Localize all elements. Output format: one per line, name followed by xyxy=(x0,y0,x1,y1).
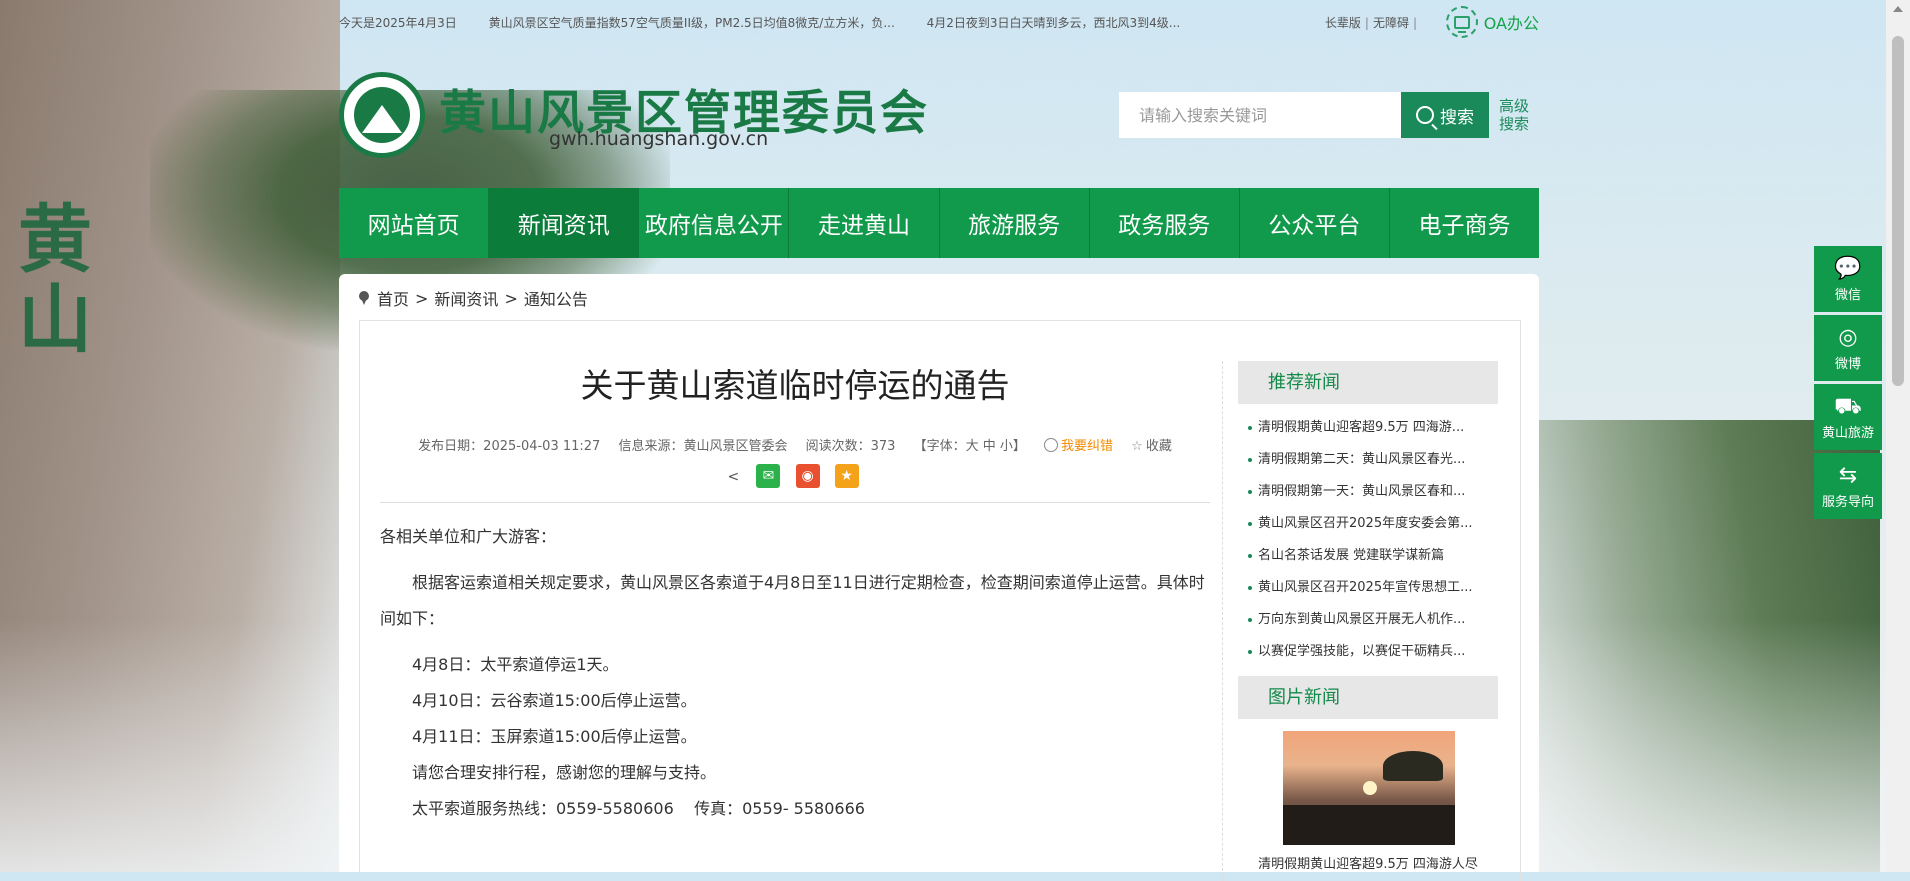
breadcrumb-section[interactable]: 新闻资讯 xyxy=(434,286,498,310)
share-icon: < xyxy=(727,469,740,485)
breadcrumb: 首页 > 新闻资讯 > 通知公告 xyxy=(359,286,588,310)
float-weibo-button[interactable]: ◎ 微博 xyxy=(1814,315,1882,381)
paragraph-thanks: 请您合理安排行程，感谢您的理解与支持。 xyxy=(412,763,717,782)
paragraph-hotline: 太平索道服务热线：0559-5580606 传真：0559- 5580666 xyxy=(412,799,865,818)
accessibility-link[interactable]: 无障碍 xyxy=(1373,16,1409,30)
scroll-up-icon[interactable] xyxy=(1893,6,1903,12)
float-guide-button[interactable]: ⇆ 服务导向 xyxy=(1814,453,1882,519)
article-meta: 发布日期：2025-04-03 11:27 信息来源：黄山风景区管委会 阅读次数… xyxy=(380,435,1210,454)
nav-item-about-huangshan[interactable]: 走进黄山 xyxy=(789,188,940,258)
mountain-emblem-icon xyxy=(354,87,410,143)
recommended-news-list: 清明假期黄山迎客超9.5万 四海游... 清明假期第二天：黄山风景区春光... … xyxy=(1238,412,1498,668)
share-favorite-icon[interactable]: ★ xyxy=(834,464,859,488)
oa-office-link[interactable]: OA办公 xyxy=(1445,6,1539,38)
float-tourism-button[interactable]: ⛟ 黄山旅游 xyxy=(1814,384,1882,450)
list-item[interactable]: 以赛促学强技能，以赛促干砺精兵... xyxy=(1238,636,1498,668)
breadcrumb-page[interactable]: 通知公告 xyxy=(524,286,588,310)
scrollbar-thumb[interactable] xyxy=(1892,36,1904,386)
star-icon: ☆ xyxy=(1131,439,1143,454)
air-quality-text: 黄山风景区空气质量指数57空气质量II级，PM2.5日均值8微克/立方米，负..… xyxy=(488,16,895,30)
sidebar: 推荐新闻 清明假期黄山迎客超9.5万 四海游... 清明假期第二天：黄山风景区春… xyxy=(1238,361,1498,872)
floating-service-bar: 💬 微信 ◎ 微博 ⛟ 黄山旅游 ⇆ 服务导向 xyxy=(1814,246,1882,522)
search-icon xyxy=(1416,106,1434,124)
error-report-icon xyxy=(1044,438,1058,452)
paragraph-schedule-1: 4月8日：太平索道停运1天。 xyxy=(412,655,619,674)
list-item[interactable]: 黄山风景区召开2025年度安委会第... xyxy=(1238,508,1498,540)
weather-info: 今天是2025年4月3日 黄山风景区空气质量指数57空气质量II级，PM2.5日… xyxy=(339,14,1208,31)
float-guide-label: 服务导向 xyxy=(1821,494,1874,510)
forecast-text: 4月2日夜到3日白天晴到多云，西北风3到4级... xyxy=(926,16,1181,30)
nav-item-home[interactable]: 网站首页 xyxy=(339,188,490,258)
search-bar: 搜索 xyxy=(1119,92,1491,138)
float-wechat-label: 微信 xyxy=(1834,287,1861,303)
publish-date: 发布日期：2025-04-03 11:27 xyxy=(418,439,601,454)
oa-label: OA办公 xyxy=(1483,14,1539,33)
nav-item-news[interactable]: 新闻资讯 xyxy=(489,188,640,258)
recommended-news-heading: 推荐新闻 xyxy=(1238,361,1498,404)
site-logo[interactable] xyxy=(339,72,425,158)
float-tourism-label: 黄山旅游 xyxy=(1821,425,1874,441)
cable-car-icon: ⛟ xyxy=(1834,393,1862,419)
nav-item-ecommerce[interactable]: 电子商务 xyxy=(1390,188,1539,258)
info-source: 信息来源：黄山风景区管委会 xyxy=(618,439,788,454)
list-item[interactable]: 清明假期黄山迎客超9.5万 四海游... xyxy=(1238,412,1498,444)
monitor-icon xyxy=(1445,6,1478,38)
favorite-link[interactable]: ☆ 收藏 xyxy=(1131,439,1172,454)
article-body: 各相关单位和广大游客： 根据客运索道相关规定要求，黄山风景区各索道于4月8日至1… xyxy=(380,519,1210,827)
nav-item-tourism[interactable]: 旅游服务 xyxy=(940,188,1090,258)
page-scrollbar[interactable] xyxy=(1886,0,1910,872)
elder-mode-link[interactable]: 长辈版 xyxy=(1325,16,1361,30)
divider xyxy=(380,502,1210,503)
float-wechat-button[interactable]: 💬 微信 xyxy=(1814,246,1882,312)
list-item[interactable]: 黄山风景区召开2025年宣传思想工... xyxy=(1238,572,1498,604)
article-container: 关于黄山索道临时停运的通告 发布日期：2025-04-03 11:27 信息来源… xyxy=(359,320,1521,881)
site-url: gwh.huangshan.gov.cn xyxy=(549,128,769,150)
list-item[interactable]: 清明假期第二天：黄山风景区春光... xyxy=(1238,444,1498,476)
paragraph-schedule-2: 4月10日：云谷索道15:00后停止运营。 xyxy=(412,691,697,710)
advanced-search-link[interactable]: 高级搜索 xyxy=(1499,97,1539,133)
nav-item-gov-info[interactable]: 政府信息公开 xyxy=(639,188,790,258)
float-weibo-label: 微博 xyxy=(1834,356,1861,372)
paragraph-greeting: 各相关单位和广大游客： xyxy=(380,527,557,546)
nav-item-public-platform[interactable]: 公众平台 xyxy=(1240,188,1390,258)
rock-calligraphy-decoration: 黄山 xyxy=(18,197,92,363)
search-button[interactable]: 搜索 xyxy=(1401,92,1489,138)
report-error-link[interactable]: 我要纠错 xyxy=(1044,438,1113,454)
location-pin-icon xyxy=(359,291,369,305)
wechat-icon: 💬 xyxy=(1834,255,1862,281)
breadcrumb-home[interactable]: 首页 xyxy=(377,286,409,310)
top-links: 长辈版 | 无障碍 | xyxy=(1324,16,1417,30)
share-wechat-icon[interactable]: ✉ xyxy=(756,464,781,488)
content-panel: 首页 > 新闻资讯 > 通知公告 关于黄山索道临时停运的通告 发布日期：2025… xyxy=(339,274,1539,881)
photo-news-image[interactable] xyxy=(1283,731,1455,845)
font-size-control[interactable]: 【字体：大 中 小】 xyxy=(914,439,1026,454)
list-item[interactable]: 万向东到黄山风景区开展无人机作... xyxy=(1238,604,1498,636)
search-button-label: 搜索 xyxy=(1440,107,1474,128)
photo-news-heading: 图片新闻 xyxy=(1238,676,1498,719)
article-title: 关于黄山索道临时停运的通告 xyxy=(580,366,1010,405)
share-weibo-icon[interactable]: ◉ xyxy=(795,464,820,488)
view-count: 阅读次数：373 xyxy=(805,439,896,454)
main-nav: 网站首页 新闻资讯 政府信息公开 走进黄山 旅游服务 政务服务 公众平台 电子商… xyxy=(339,188,1539,258)
photo-news-caption[interactable]: 清明假期黄山迎客超9.5万 四海游人尽 xyxy=(1238,853,1498,872)
paragraph-schedule-3: 4月11日：玉屏索道15:00后停止运营。 xyxy=(412,727,697,746)
sidebar-divider xyxy=(1222,361,1223,881)
article: 关于黄山索道临时停运的通告 发布日期：2025-04-03 11:27 信息来源… xyxy=(380,351,1210,827)
signpost-icon: ⇆ xyxy=(1838,462,1858,488)
search-input[interactable] xyxy=(1119,92,1401,138)
date-text: 今天是2025年4月3日 xyxy=(339,16,457,30)
share-bar: < ✉ ◉ ★ xyxy=(380,464,1210,492)
list-item[interactable]: 清明假期第一天：黄山风景区春和... xyxy=(1238,476,1498,508)
weibo-icon: ◎ xyxy=(1838,324,1858,350)
list-item[interactable]: 名山名茶话发展 党建联学谋新篇 xyxy=(1238,540,1498,572)
top-bar: 今天是2025年4月3日 黄山风景区空气质量指数57空气质量II级，PM2.5日… xyxy=(339,0,1539,42)
paragraph-notice: 根据客运索道相关规定要求，黄山风景区各索道于4月8日至11日进行定期检查，检查期… xyxy=(380,573,1205,628)
nav-item-gov-services[interactable]: 政务服务 xyxy=(1090,188,1240,258)
